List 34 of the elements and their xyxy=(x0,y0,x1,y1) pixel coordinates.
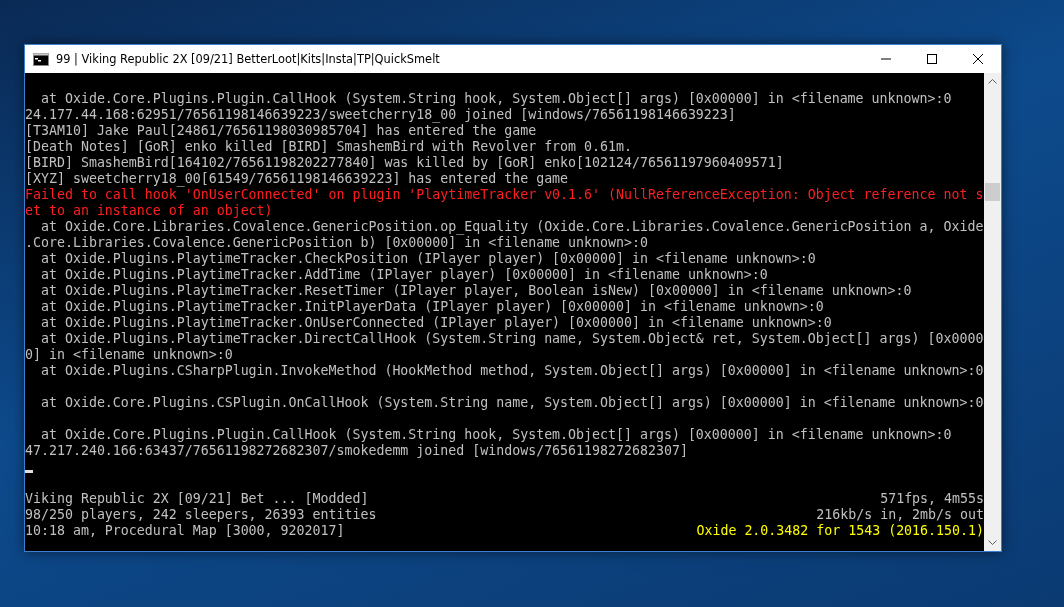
status-text: 98/250 players, 242 sleepers, 26393 entities xyxy=(25,507,377,523)
log-line: at Oxide.Core.Libraries.Covalence.GenericPosition.op_Equality (Oxide.Core.Libraries.Covalence.GenericPosition a, Oxide xyxy=(39,219,984,235)
log-line: [BIRD] SmashemBird[164102/76561198202277840] was killed by [GoR] enko[102124/76561197960409571] xyxy=(25,155,785,171)
text-cursor xyxy=(25,470,33,473)
log-line: 24.177.44.168:62951/76561198146639223/sweetcherry18_00 joined [windows/76561198146639223] xyxy=(25,107,737,123)
status-text: Viking Republic 2X [09/21] Bet ... [Modded] xyxy=(25,491,369,507)
log-line: at Oxide.Plugins.PlaytimeTracker.ResetTimer (IPlayer player, Boolean isNew) [0x00000] in <filename unknown>:0 xyxy=(39,283,913,299)
log-line: at Oxide.Plugins.PlaytimeTracker.InitPlayerData (IPlayer player) [0x00000] in <filename unknown>:0 xyxy=(39,299,825,315)
log-line: at Oxide.Plugins.CSharpPlugin.InvokeMethod (HookMethod method, System.Object[] args) [0x00000] in <filename unknown>:0 xyxy=(39,363,984,379)
log-line: [XYZ] sweetcherry18_00[61549/76561198146639223] has entered the game xyxy=(25,171,570,187)
status-text: 216kb/s in, 2mb/s out xyxy=(816,507,984,523)
console-icon xyxy=(33,52,49,66)
close-icon xyxy=(973,54,983,64)
scroll-thumb[interactable] xyxy=(985,183,1000,201)
log-line: at Oxide.Plugins.PlaytimeTracker.CheckPosition (IPlayer player) [0x00000] in <filename unknown>:0 xyxy=(39,251,817,267)
log-line: [Death Notes] [GoR] enko killed [BIRD] SmashemBird with Revolver from 0.61m. xyxy=(25,139,633,155)
log-line: at Oxide.Plugins.PlaytimeTracker.OnUserConnected (IPlayer player) [0x00000] in <filename unknown>:0 xyxy=(39,315,833,331)
status-text: 10:18 am, Procedural Map [3000, 9202017] xyxy=(25,523,345,539)
log-line: at Oxide.Core.Plugins.CSPlugin.OnCallHook (System.String name, System.Object[] args) [0x00000] in <filename unknown>:0 xyxy=(39,395,984,411)
log-line: at Oxide.Core.Plugins.Plugin.CallHook (System.String hook, System.Object[] args) [0x00000] in <filename unknown>:0 xyxy=(39,91,953,107)
log-line: 47.217.240.166:63437/76561198272682307/smokedemm joined [windows/76561198272682307] xyxy=(25,443,689,459)
window-title: 99 | Viking Republic 2X [09/21] BetterLoot|Kits|Insta|TP|QuickSmelt xyxy=(56,52,440,66)
error-line: Failed to call hook 'OnUserConnected' on plugin 'PlaytimeTracker v0.1.6' (NullReferenceException: Object reference not s xyxy=(25,187,984,203)
error-line: et to an instance of an object) xyxy=(25,203,274,219)
log-line: 0] in <filename unknown>:0 xyxy=(25,347,234,363)
log-line: [T3AM10] Jake Paul[24861/76561198030985704] has entered the game xyxy=(25,123,538,139)
scrollbar[interactable] xyxy=(984,73,1001,551)
log-line: at Oxide.Plugins.PlaytimeTracker.DirectCallHook (System.String name, System.Object& ret, System.Object[] args) [0x0000 xyxy=(39,331,984,347)
status-text: 571fps, 4m55s xyxy=(880,491,984,507)
log-line: .Core.Libraries.Covalence.GenericPosition b) [0x00000] in <filename unknown>:0 xyxy=(25,235,649,251)
status-text: Oxide 2.0.3482 for 1543 (2016.150.1) xyxy=(696,523,984,539)
log-line: at Oxide.Core.Plugins.Plugin.CallHook (System.String hook, System.Object[] args) [0x00000] in <filename unknown>:0 xyxy=(39,427,953,443)
maximize-icon xyxy=(927,54,937,64)
log-line: at Oxide.Plugins.PlaytimeTracker.AddTime (IPlayer player) [0x00000] in <filename unknown>:0 xyxy=(39,267,769,283)
